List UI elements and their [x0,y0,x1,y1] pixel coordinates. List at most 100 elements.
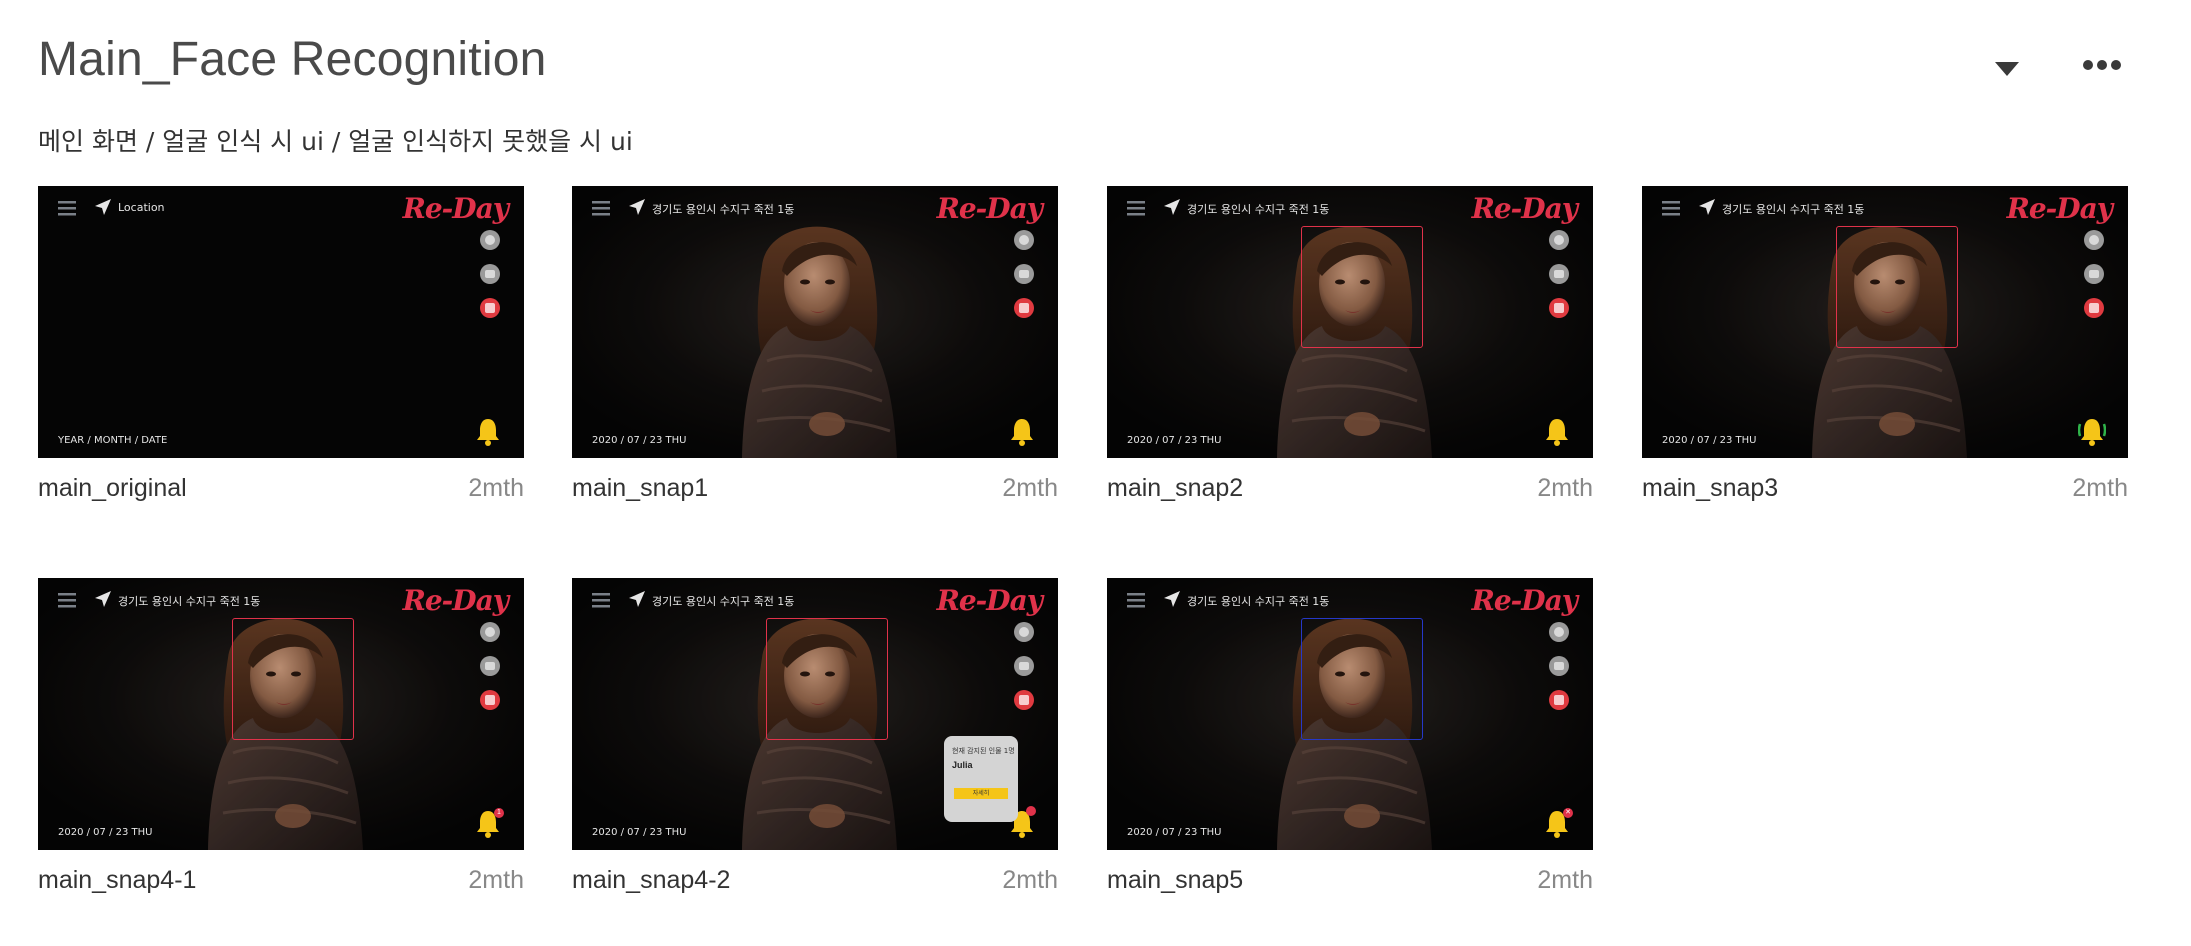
frame-thumbnail[interactable]: 경기도 용인시 수지구 죽전 1동 Re-Day 2020 / 07 / 23 … [1107,578,1593,850]
notification-badge: 1 [494,808,504,818]
frame-card[interactable]: 경기도 용인시 수지구 죽전 1동 Re-Day 2020 / 07 / 23 … [1107,186,1593,510]
gallery-icon [480,298,500,318]
frame-age: 2mth [1537,866,1593,894]
notification-badge: ✕ [1563,808,1573,818]
frame-thumbnail[interactable]: 경기도 용인시 수지구 죽전 1동 Re-Day 2020 / 07 / 23 … [572,186,1058,458]
gallery-icon [1549,690,1569,710]
frame-name[interactable]: main_snap5 [1107,866,1243,895]
frame-name[interactable]: main_snap4-2 [572,866,730,895]
frame-thumbnail[interactable]: 경기도 용인시 수지구 죽전 1동 Re-Day 2020 / 07 / 23 … [1642,186,2128,458]
video-icon [1549,656,1569,676]
date-label: 2020 / 07 / 23 THU [1127,435,1222,446]
video-icon [2084,264,2104,284]
reday-logo: Re-Day [936,584,1043,617]
frame-name[interactable]: main_snap4-1 [38,866,196,895]
face-detection-box [1836,226,1958,348]
bell-icon [474,416,502,446]
date-label: 2020 / 07 / 23 THU [1662,435,1757,446]
gallery-icon [480,690,500,710]
menu-icon [1127,200,1145,216]
more-horizontal-icon[interactable] [2080,50,2124,80]
page-title: Main_Face Recognition [38,33,547,86]
frame-thumbnail[interactable]: Location Re-Day YEAR / MONTH / DATE [38,186,524,458]
reday-logo: Re-Day [1471,192,1578,225]
frame-card[interactable]: Location Re-Day YEAR / MONTH / DATE main… [38,186,524,510]
reday-logo: Re-Day [1471,584,1578,617]
menu-icon [58,200,76,216]
video-icon [1549,264,1569,284]
menu-icon [1127,592,1145,608]
location-arrow-icon [94,198,112,216]
detection-popup: 현재 감지된 인물 1명 Julia 자세히 [944,736,1018,822]
frame-name[interactable]: main_snap3 [1642,474,1778,503]
date-label: 2020 / 07 / 23 THU [58,827,153,838]
frame-thumbnail[interactable]: 경기도 용인시 수지구 죽전 1동 Re-Day 2020 / 07 / 23 … [572,578,1058,850]
camera-icon [480,622,500,642]
popup-message: 현재 감지된 인물 1명 [952,747,1015,755]
camera-icon [1014,230,1034,250]
menu-icon [1662,200,1680,216]
video-icon [480,656,500,676]
camera-icon [480,230,500,250]
gallery-icon [2084,298,2104,318]
location-arrow-icon [628,590,646,608]
location-label: 경기도 용인시 수지구 죽전 1동 [652,595,795,608]
location-arrow-icon [628,198,646,216]
frame-age: 2mth [2072,474,2128,502]
location-label: 경기도 용인시 수지구 죽전 1동 [1187,203,1330,216]
location-arrow-icon [1163,590,1181,608]
menu-icon [592,592,610,608]
frame-card[interactable]: 경기도 용인시 수지구 죽전 1동 Re-Day 2020 / 07 / 23 … [1642,186,2128,510]
camera-icon [1549,230,1569,250]
gallery-icon [1014,298,1034,318]
location-arrow-icon [1163,198,1181,216]
face-detection-box [1301,226,1423,348]
frame-age: 2mth [1002,866,1058,894]
camera-icon [1549,622,1569,642]
reday-logo: Re-Day [936,192,1043,225]
face-detection-box [232,618,354,740]
frame-name[interactable]: main_snap1 [572,474,708,503]
video-icon [1014,656,1034,676]
location-arrow-icon [1698,198,1716,216]
face-detection-box [766,618,888,740]
frame-thumbnail[interactable]: 경기도 용인시 수지구 죽전 1동 Re-Day 2020 / 07 / 23 … [1107,186,1593,458]
frame-age: 2mth [468,474,524,502]
location-label: 경기도 용인시 수지구 죽전 1동 [1187,595,1330,608]
date-label: 2020 / 07 / 23 THU [1127,827,1222,838]
caret-down-icon[interactable] [1990,52,2024,82]
page-subtitle: 메인 화면 / 얼굴 인식 시 ui / 얼굴 인식하지 못했을 시 ui [38,127,633,156]
face-detection-box [1301,618,1423,740]
location-label: 경기도 용인시 수지구 죽전 1동 [652,203,795,216]
date-label: YEAR / MONTH / DATE [58,435,168,446]
video-icon [480,264,500,284]
portrait-image [572,186,1058,458]
frame-card[interactable]: 경기도 용인시 수지구 죽전 1동 Re-Day 2020 / 07 / 23 … [38,578,524,902]
camera-icon [1014,622,1034,642]
bell-icon [1008,416,1036,446]
video-icon [1014,264,1034,284]
location-label: 경기도 용인시 수지구 죽전 1동 [1722,203,1865,216]
frame-age: 2mth [1002,474,1058,502]
frame-thumbnail[interactable]: 경기도 용인시 수지구 죽전 1동 Re-Day 2020 / 07 / 23 … [38,578,524,850]
menu-icon [58,592,76,608]
location-label: 경기도 용인시 수지구 죽전 1동 [118,595,261,608]
menu-icon [592,200,610,216]
frame-age: 2mth [468,866,524,894]
date-label: 2020 / 07 / 23 THU [592,435,687,446]
popup-detail-button[interactable]: 자세히 [954,788,1008,799]
date-label: 2020 / 07 / 23 THU [592,827,687,838]
reday-logo: Re-Day [2006,192,2113,225]
bell-icon [1543,416,1571,446]
frame-name[interactable]: main_original [38,474,187,503]
frame-card[interactable]: 경기도 용인시 수지구 죽전 1동 Re-Day 2020 / 07 / 23 … [572,578,1058,902]
location-label: Location [118,201,165,214]
gallery-icon [1549,298,1569,318]
location-arrow-icon [94,590,112,608]
camera-icon [2084,230,2104,250]
notification-badge [1026,806,1036,816]
reday-logo: Re-Day [402,584,509,617]
frame-name[interactable]: main_snap2 [1107,474,1243,503]
frame-card[interactable]: 경기도 용인시 수지구 죽전 1동 Re-Day 2020 / 07 / 23 … [572,186,1058,510]
frame-card[interactable]: 경기도 용인시 수지구 죽전 1동 Re-Day 2020 / 07 / 23 … [1107,578,1593,902]
